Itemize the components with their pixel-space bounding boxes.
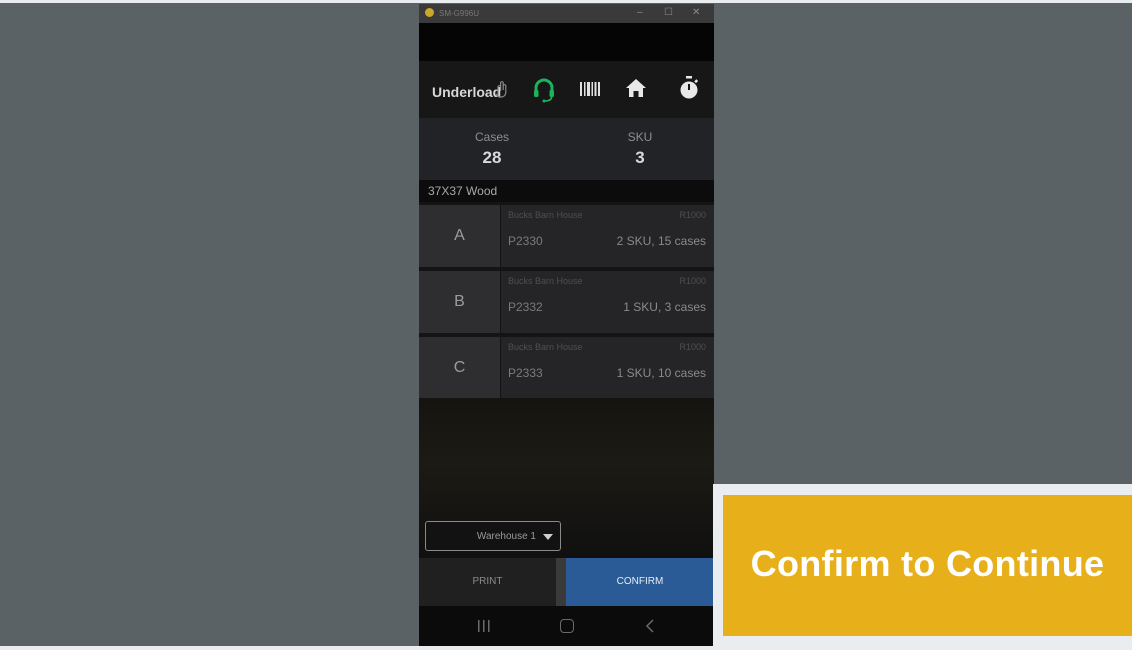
order-customer: Bucks Barn House — [508, 210, 583, 220]
order-row[interactable]: C Bucks Barn House R1000 P2333 1 SKU, 10… — [419, 337, 714, 399]
order-summary: 1 SKU, 10 cases — [616, 366, 706, 380]
cases-stat: Cases 28 — [419, 130, 565, 168]
order-row[interactable]: A Bucks Barn House R1000 P2330 2 SKU, 15… — [419, 205, 714, 267]
app-title: Underload — [432, 84, 502, 100]
emulator-titlebar: SM-G996U – ☐ ✕ — [419, 4, 714, 23]
bottom-border — [0, 646, 1132, 650]
recents-icon[interactable] — [477, 619, 491, 638]
order-letter: A — [419, 205, 500, 267]
callout-text: Confirm to Continue — [750, 543, 1105, 584]
headset-icon[interactable] — [532, 77, 556, 108]
order-info: Bucks Barn House R1000 P2333 1 SKU, 10 c… — [501, 337, 714, 399]
order-code: P2332 — [508, 300, 543, 314]
chevron-down-icon — [543, 534, 553, 540]
hand-icon[interactable] — [494, 80, 508, 103]
order-list: A Bucks Barn House R1000 P2330 2 SKU, 15… — [419, 202, 714, 399]
phone-emulator-window: SM-G996U – ☐ ✕ Underload Cases 28 SKU 3 — [419, 4, 714, 646]
button-divider — [556, 558, 566, 606]
callout-border — [713, 484, 723, 646]
barcode-icon[interactable] — [579, 81, 601, 102]
order-customer: Bucks Barn House — [508, 276, 583, 286]
order-info: Bucks Barn House R1000 P2332 1 SKU, 3 ca… — [501, 271, 714, 333]
home-icon[interactable] — [625, 78, 647, 103]
sku-value: 3 — [635, 148, 645, 167]
app-icon — [425, 8, 434, 17]
back-icon[interactable] — [645, 618, 655, 639]
confirm-button[interactable]: CONFIRM — [566, 558, 714, 606]
timer-icon[interactable] — [678, 76, 700, 105]
order-letter: C — [419, 337, 500, 399]
sku-label: SKU — [627, 130, 653, 144]
order-ref: R1000 — [679, 342, 706, 352]
callout-border — [713, 484, 1132, 495]
window-title: SM-G996U — [439, 9, 480, 18]
order-ref: R1000 — [679, 276, 706, 286]
status-bar — [419, 23, 714, 61]
android-nav-bar — [419, 606, 714, 646]
callout-border — [713, 636, 1132, 646]
order-customer: Bucks Barn House — [508, 342, 583, 352]
order-code: P2333 — [508, 366, 543, 380]
cases-value: 28 — [482, 148, 502, 167]
app-bar: Underload — [419, 61, 714, 118]
order-summary: 2 SKU, 15 cases — [616, 234, 706, 248]
top-border — [0, 0, 1132, 3]
print-button[interactable]: PRINT — [419, 558, 556, 606]
order-summary: 1 SKU, 3 cases — [623, 300, 706, 314]
minimize-button[interactable]: – — [637, 7, 643, 18]
warehouse-selected-value: Warehouse 1 — [476, 531, 536, 542]
order-row[interactable]: B Bucks Barn House R1000 P2332 1 SKU, 3 … — [419, 271, 714, 333]
maximize-button[interactable]: ☐ — [664, 7, 673, 18]
cases-label: Cases — [474, 130, 509, 144]
nav-home-icon[interactable] — [560, 619, 574, 633]
warehouse-select[interactable]: Warehouse 1 — [425, 521, 561, 551]
order-code: P2330 — [508, 234, 543, 248]
close-button[interactable]: ✕ — [692, 7, 700, 18]
order-letter: B — [419, 271, 500, 333]
summary-stats: Cases 28 SKU 3 — [419, 118, 714, 180]
instruction-callout: Confirm to Continue — [723, 495, 1132, 636]
pallet-group-label: 37X37 Wood — [419, 180, 714, 202]
order-ref: R1000 — [679, 210, 706, 220]
sku-stat: SKU 3 — [567, 130, 713, 168]
order-info: Bucks Barn House R1000 P2330 2 SKU, 15 c… — [501, 205, 714, 267]
